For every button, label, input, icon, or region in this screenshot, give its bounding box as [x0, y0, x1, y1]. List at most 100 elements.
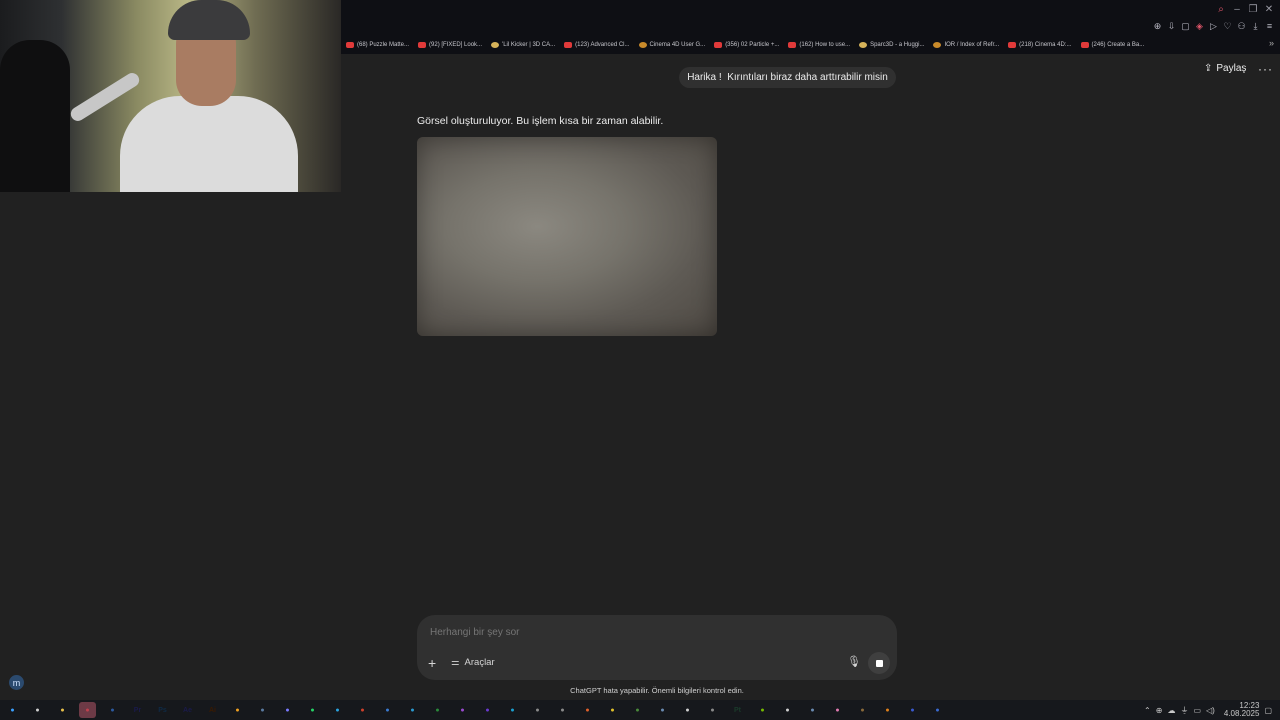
purple-app-icon[interactable]: ● [454, 702, 471, 718]
globe-app-icon[interactable]: ● [654, 702, 671, 718]
circle-app-icon[interactable]: ● [279, 702, 296, 718]
tray-chevron-icon[interactable]: ⌃ [1144, 706, 1151, 715]
more-options-button[interactable]: ··· [1258, 62, 1273, 76]
tools-label: Araçlar [464, 657, 495, 668]
brave-icon[interactable]: ● [479, 702, 496, 718]
avatar[interactable]: m [9, 675, 24, 690]
download-icon[interactable]: ⇩ [1167, 21, 1176, 32]
redshift-icon[interactable]: ● [354, 702, 371, 718]
close-icon[interactable]: ✕ [1264, 4, 1274, 15]
bookmark-item[interactable]: (162) How to use... [788, 42, 850, 48]
bookmark-item[interactable]: IOR / Index of Refr... [933, 42, 999, 48]
game-app-icon[interactable]: ● [629, 702, 646, 718]
notification-icon[interactable]: ▢ [1264, 706, 1272, 715]
tray-cloud-icon[interactable]: ☁ [1167, 706, 1175, 715]
html-app-icon[interactable]: ● [579, 702, 596, 718]
notes-app-icon[interactable]: ● [604, 702, 621, 718]
blender-icon[interactable]: ● [879, 702, 896, 718]
youtube-icon [714, 42, 723, 48]
file-explorer-icon[interactable]: ● [54, 702, 71, 718]
youtube-icon [1008, 42, 1017, 48]
bookmark-label: Sparc3D - a Huggi... [870, 42, 925, 48]
tray-usb-icon[interactable]: ⏚ [1180, 705, 1188, 716]
disclaimer-text: ChatGPT hata yapabilir. Önemli bilgileri… [570, 686, 744, 695]
youtube-icon [346, 42, 354, 48]
pocket-icon[interactable]: ◈ [1195, 21, 1204, 32]
illustrator-icon[interactable]: Ai [204, 702, 221, 718]
bookmark-item[interactable]: Cinema 4D User G... [638, 42, 706, 48]
telegram-icon[interactable]: ● [329, 702, 346, 718]
cloud-app-icon[interactable]: ● [254, 702, 271, 718]
bookmark-label: (246) Create a Ba... [1091, 42, 1145, 48]
chrome-icon[interactable]: ● [429, 702, 446, 718]
system-tray: ⌃ ⊕ ☁ ⏚ ▭ ◁) 12:23 4.08.2025 ▢ [1144, 702, 1272, 718]
whatsapp-icon[interactable]: ● [304, 702, 321, 718]
bookmark-item[interactable]: (218) Cinema 4D:... [1008, 42, 1072, 48]
downloads-icon[interactable]: ⤓ [1251, 21, 1260, 32]
taskbar-clock[interactable]: 12:23 4.08.2025 [1224, 702, 1260, 718]
aftereffects-icon[interactable]: Ae [179, 702, 196, 718]
blue-square-icon[interactable]: ● [929, 702, 946, 718]
tray-display-icon[interactable]: ▭ [1193, 706, 1201, 715]
active-app-icon[interactable]: ● [79, 702, 96, 718]
chatgpt-app-icon[interactable]: ● [679, 702, 696, 718]
windows-start-icon[interactable]: ● [4, 702, 21, 718]
nvidia-icon[interactable]: ● [754, 702, 771, 718]
search-app-icon[interactable]: ● [229, 702, 246, 718]
microphone-button[interactable]: 🎙 [847, 655, 861, 668]
stop-icon [875, 659, 883, 667]
dark-app-icon[interactable]: ● [854, 702, 871, 718]
tools-button[interactable]: ⚌ Araçlar [451, 657, 495, 668]
bookmark-item[interactable]: (246) Create a Ba... [1080, 42, 1145, 48]
webcam-microphone [68, 70, 142, 124]
premiere-icon[interactable]: Pr [129, 702, 146, 718]
extension-toolbar: ⊕ ⇩ ▢ ◈ ▷ ♡ ⚇ ⤓ ≡ [1153, 21, 1274, 32]
gear-app-icon[interactable]: ● [554, 702, 571, 718]
window-app-icon[interactable]: ● [379, 702, 396, 718]
openai-icon[interactable]: ● [529, 702, 546, 718]
prompt-input[interactable] [430, 627, 830, 638]
edge-icon[interactable]: ● [504, 702, 521, 718]
bookmarks-more-icon[interactable]: » [1269, 38, 1274, 48]
pink-app-icon[interactable]: ● [829, 702, 846, 718]
bookmark-item[interactable]: (123) Advanced Cl... [564, 42, 630, 48]
bookmark-item[interactable]: Sparc3D - a Huggi... [859, 42, 924, 48]
bookmark-item[interactable]: (356) 02 Particle +... [714, 42, 779, 48]
x-icon[interactable]: ● [779, 702, 796, 718]
assistant-status-text: Görsel oluşturuluyor. Bu işlem kısa bir … [417, 115, 664, 127]
menu-icon[interactable]: ≡ [1265, 21, 1274, 32]
share-icon: ⇪ [1204, 63, 1213, 74]
heart-icon[interactable]: ♡ [1223, 21, 1232, 32]
bookmark-label: 'Lil Kicker | 3D CA... [502, 42, 556, 48]
clock-date: 4.08.2025 [1223, 709, 1260, 718]
taskbar-apps: ● ● ● ● ● Pr Ps Ae Ai ● ● ● ● ● ● ● ● ● ● ● ● ● ● ● ● ● ● ● ● Pt ● ● ● ● ●… [4, 702, 946, 718]
browser-search-icon[interactable]: ⌕ [1216, 4, 1226, 15]
cap-icon [491, 42, 500, 48]
ring-app-icon[interactable]: ● [404, 702, 421, 718]
calendar-app-icon[interactable]: ● [704, 702, 721, 718]
webcam-person-shirt [120, 96, 298, 192]
add-attachment-button[interactable]: + [428, 655, 436, 671]
task-view-icon[interactable]: ● [29, 702, 46, 718]
folder-app-icon[interactable]: ● [804, 702, 821, 718]
bookmark-item[interactable]: 'Lil Kicker | 3D CA... [491, 42, 555, 48]
bookmark-item[interactable]: (68) Puzzle Matte... [346, 42, 409, 48]
tray-network-icon[interactable]: ⊕ [1156, 706, 1163, 715]
bookmark-label: (162) How to use... [799, 42, 851, 48]
minimize-icon[interactable]: – [1232, 4, 1242, 15]
tray-volume-icon[interactable]: ◁) [1206, 706, 1215, 715]
restore-icon[interactable]: ❐ [1248, 4, 1258, 15]
stop-generation-button[interactable] [868, 652, 890, 674]
share-button[interactable]: ⇪ Paylaş [1204, 63, 1246, 74]
profile-icon[interactable]: ⚇ [1237, 21, 1246, 32]
bookmark-label: IOR / Index of Refr... [944, 42, 1000, 48]
photoshop-icon[interactable]: Ps [154, 702, 171, 718]
send-icon[interactable]: ▷ [1209, 21, 1218, 32]
capture-icon[interactable]: ▢ [1181, 21, 1190, 32]
bookmark-label: Cinema 4D User G... [649, 42, 706, 48]
painter-icon[interactable]: Pt [729, 702, 746, 718]
zoom-icon[interactable]: ⊕ [1153, 21, 1162, 32]
c-app-icon[interactable]: ● [904, 702, 921, 718]
bookmark-item[interactable]: (92) [FIXED] Look... [418, 42, 482, 48]
cinema4d-icon[interactable]: ● [104, 702, 121, 718]
